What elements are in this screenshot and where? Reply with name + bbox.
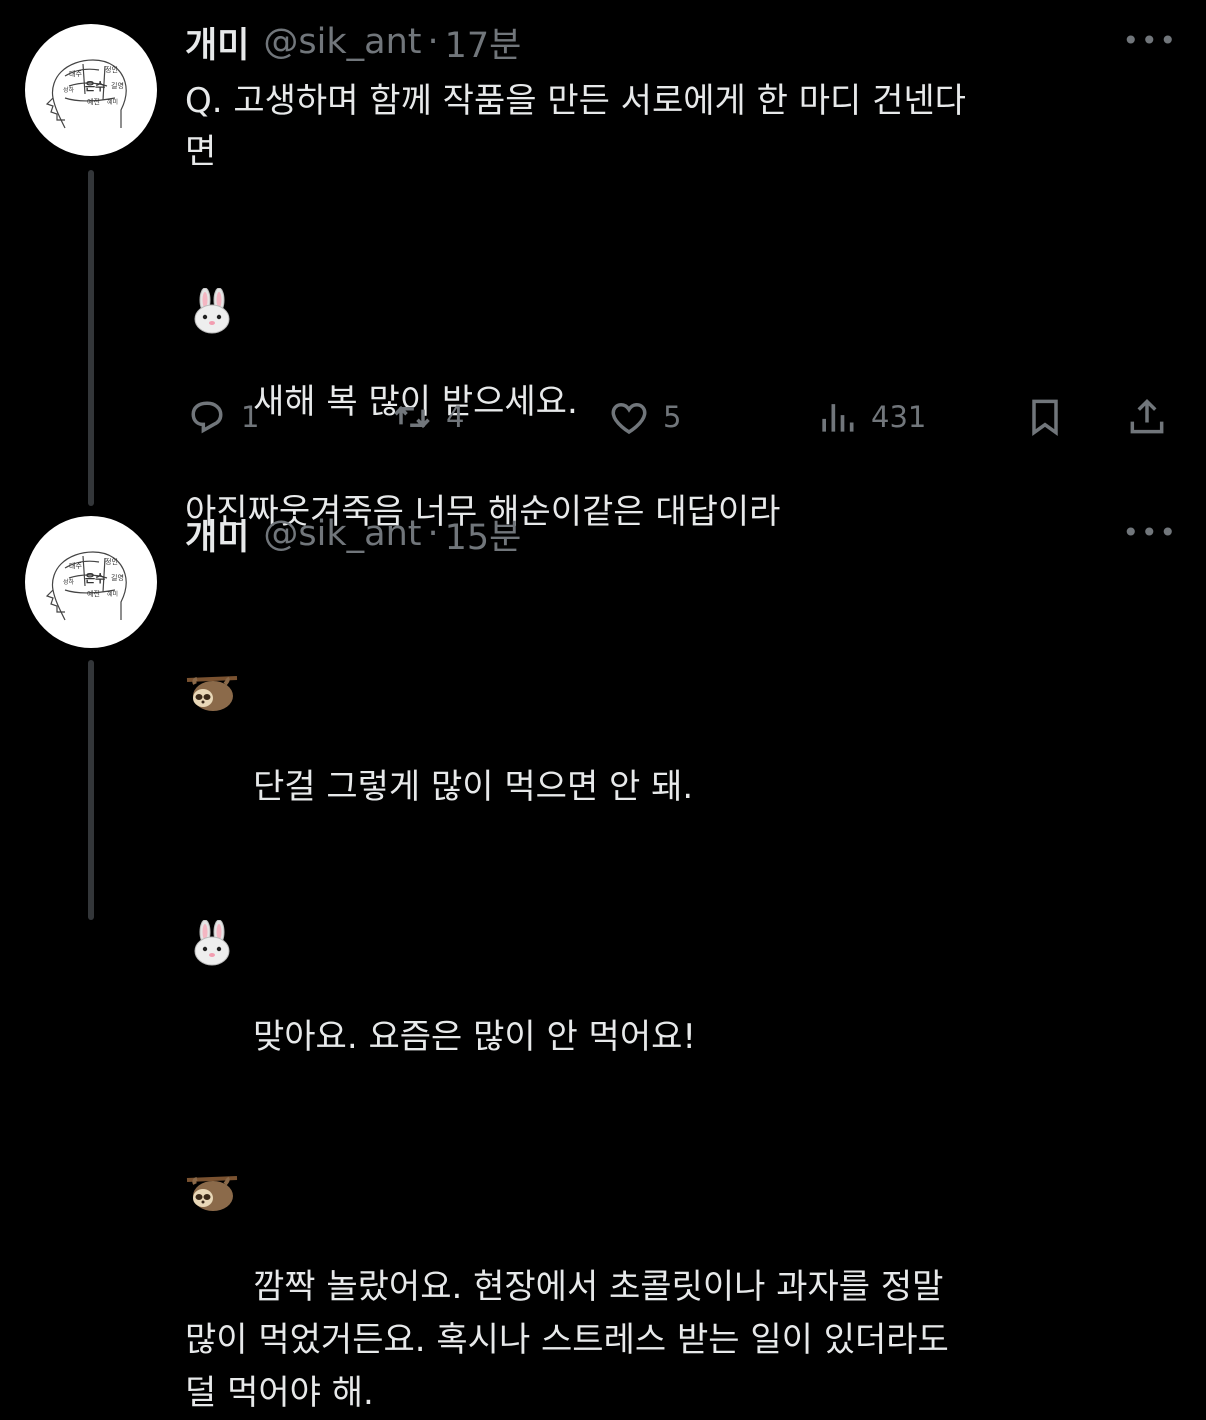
- display-name[interactable]: 개미: [185, 17, 249, 68]
- tweet-line: 깜짝 놀랐어요. 현장에서 초콜릿이나 과자를 정말: [185, 1064, 1186, 1314]
- tweet[interactable]: 개미 @sik_ant · 17분 ••• Q. 고생하며 함께 작품을 만든 …: [185, 20, 1186, 538]
- svg-text:정인: 정인: [105, 65, 118, 74]
- like-button[interactable]: 5: [607, 395, 681, 439]
- svg-text:정인: 정인: [105, 557, 118, 566]
- tweet-line: 많이 먹었거든요. 혹시나 스트레스 받는 일이 있더라도: [185, 1320, 949, 1360]
- reply-button[interactable]: 1: [185, 395, 259, 439]
- avatar[interactable]: 태주 정인 은수 길영 성하 예진 혜미: [25, 516, 157, 648]
- svg-text:혜미: 혜미: [107, 98, 118, 106]
- svg-text:혜미: 혜미: [107, 590, 118, 598]
- bookmark-icon: [1032, 399, 1058, 436]
- views-icon: [822, 404, 854, 432]
- timestamp[interactable]: 17분: [445, 17, 522, 68]
- svg-text:길영: 길영: [111, 81, 124, 90]
- svg-text:예진: 예진: [87, 97, 100, 106]
- svg-text:예진: 예진: [87, 589, 100, 598]
- tweet-line: 면: [185, 132, 217, 172]
- tweet-header: 개미 @sik_ant · 15분: [185, 512, 1186, 558]
- user-handle[interactable]: @sik_ant: [263, 514, 421, 554]
- tweet-text: 단걸 그렇게 많이 먹으면 안 돼. 맞아요. 요즘은 많이 안 먹어요! 깜짝…: [185, 564, 1186, 1420]
- svg-text:은수: 은수: [85, 80, 105, 93]
- user-handle[interactable]: @sik_ant: [263, 22, 421, 62]
- retweet-icon: [394, 405, 430, 429]
- bookmark-button[interactable]: [1023, 395, 1067, 439]
- retweet-button[interactable]: 4: [390, 395, 464, 439]
- svg-text:은수: 은수: [85, 572, 105, 585]
- svg-text:성하: 성하: [63, 578, 75, 586]
- more-horizontal-icon[interactable]: •••: [1122, 516, 1178, 549]
- thread-line: [88, 170, 94, 506]
- tweet-actions: 1 4 5 431: [185, 395, 1185, 436]
- views-button[interactable]: 431: [815, 395, 926, 439]
- display-name[interactable]: 개미: [185, 509, 249, 560]
- tweet-header: 개미 @sik_ant · 17분: [185, 20, 1186, 66]
- avatar[interactable]: 태주 정인 은수 길영 성하 예진 혜미: [25, 24, 157, 156]
- svg-text:태주: 태주: [69, 70, 82, 78]
- avatar-brain-sketch-icon: 태주 정인 은수 길영 성하 예진 혜미: [45, 551, 127, 621]
- tweet-line: Q. 고생하며 함께 작품을 만든 서로에게 한 마디 건넨다: [185, 81, 966, 121]
- tweet[interactable]: 개미 @sik_ant · 15분 ••• 단걸 그렇게 많이 먹으면 안 돼.…: [185, 512, 1186, 1420]
- avatar-brain-sketch-icon: 태주 정인 은수 길영 성하 예진 혜미: [45, 59, 127, 129]
- share-icon: [1130, 398, 1164, 434]
- svg-text:성하: 성하: [63, 86, 75, 94]
- separator-dot: ·: [427, 22, 439, 62]
- reply-icon: [191, 401, 223, 434]
- separator-dot: ·: [427, 514, 439, 554]
- tweet-text: Q. 고생하며 함께 작품을 만든 서로에게 한 마디 건넨다 면 새해 복 많…: [185, 76, 1186, 538]
- tweet-line: 단걸 그렇게 많이 먹으면 안 돼.: [185, 564, 1186, 814]
- share-button[interactable]: [1125, 395, 1169, 439]
- more-horizontal-icon[interactable]: •••: [1122, 24, 1178, 57]
- sloth-icon: [185, 564, 239, 711]
- tweet-line: 덜 먹어야 해.: [185, 1373, 374, 1413]
- timestamp[interactable]: 15분: [445, 509, 522, 560]
- thread-line: [88, 660, 94, 920]
- rabbit-face-icon: [185, 186, 239, 334]
- svg-text:태주: 태주: [69, 562, 82, 570]
- rabbit-face-icon: [185, 814, 239, 966]
- tweet-line: 새해 복 많이 받으세요.: [185, 186, 1186, 428]
- heart-icon: [611, 402, 647, 435]
- svg-text:길영: 길영: [111, 573, 124, 582]
- sloth-icon: [185, 1064, 239, 1211]
- tweet-line: 맞아요. 요즘은 많이 안 먹어요!: [185, 814, 1186, 1064]
